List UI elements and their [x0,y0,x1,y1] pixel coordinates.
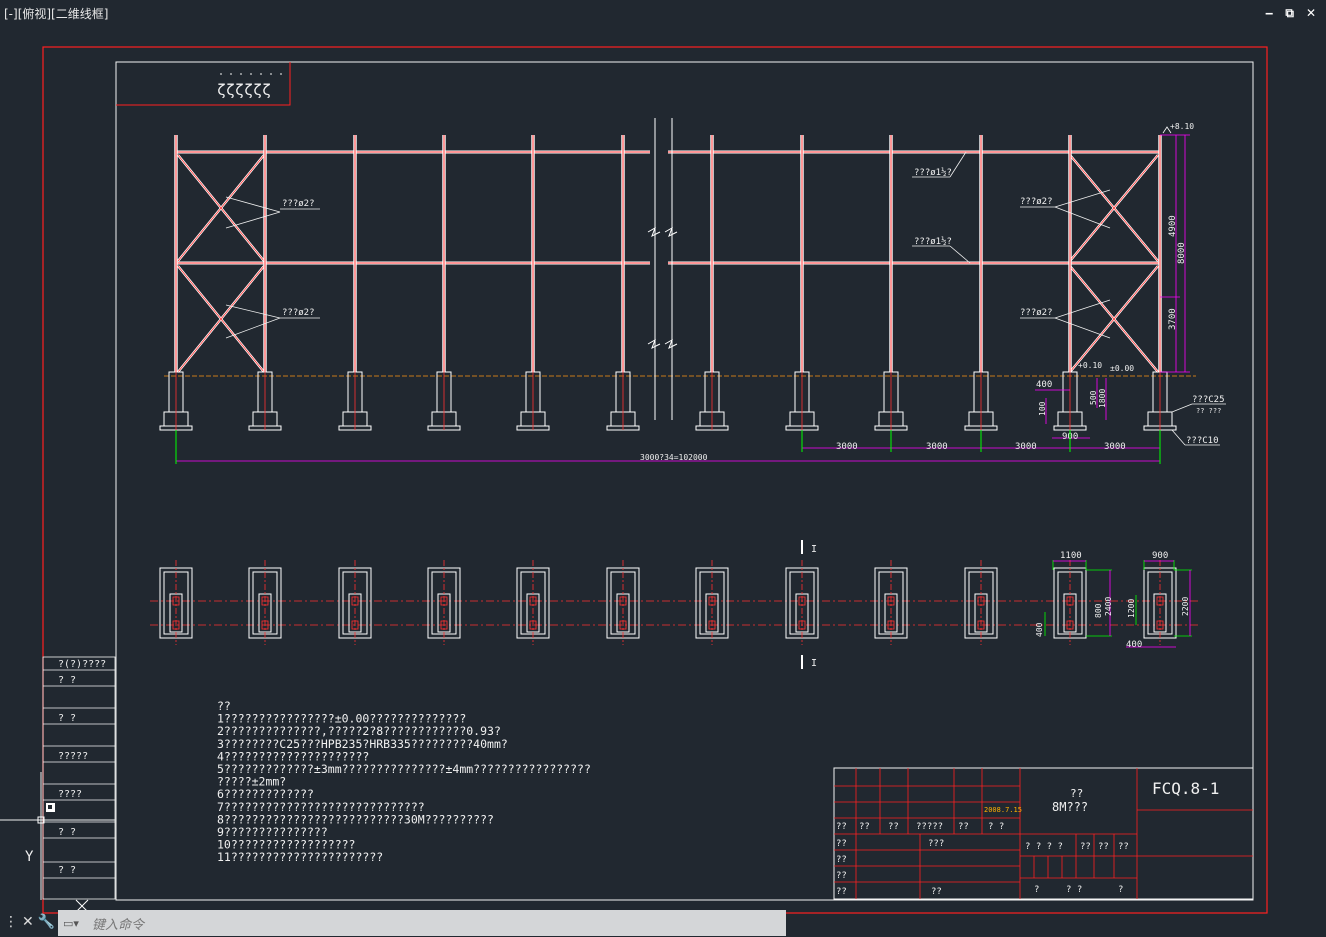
dim-span-2: 3000 [926,442,948,452]
dim-1200: 1200 [1127,599,1136,618]
section-mark-top: I [811,544,817,555]
title-project-2: 8M??? [1052,800,1088,814]
dim-4900: 4900 [1168,215,1178,237]
plan-pad-9 [874,560,908,645]
tb-right-row2-0: ? [1034,885,1039,895]
tb-row-label-3: ????? [916,822,943,832]
drawing-canvas[interactable]: ζζζζζζ ???ø2? ???ø2? ???ø2? ???ø2? ???ø1… [0,0,1326,937]
tb-col-label-2: ?? [836,871,847,881]
elev-gnd1: +0.10 [1078,361,1102,370]
plan-pad-12 [1143,560,1177,645]
tb-col-label-1: ?? [836,855,847,865]
plan-pad-10 [964,560,998,645]
plan-view: I I 1100 900 800 2400 1200 2200 400 400 [150,540,1200,669]
callout-brace-left-bot: ???ø2? [282,308,315,318]
tb-row-label-2: ?? [888,822,899,832]
plan-pad-8 [785,560,819,645]
dim-400: 400 [1036,380,1052,390]
title-project-1: ?? [1070,787,1083,800]
dim-1800: 1800 [1098,389,1107,408]
elev-top: +8.10 [1170,122,1194,131]
plan-pad-7 [695,560,729,645]
ucs-y: Y [25,849,34,865]
callout-c25: ???C25 [1192,395,1225,405]
left-panel-label-2: ? ? [58,713,76,724]
tb-right-row1-2: ?? [1098,842,1109,852]
elevation-view: ???ø2? ???ø2? ???ø2? ???ø2? ???ø1½? ???ø… [159,118,1226,464]
notes-block: ??1????????????????±0.00??????????????2?… [217,699,591,864]
dim-900-plan: 900 [1152,551,1168,561]
title-date: 2008.7.15 [984,806,1022,814]
tb-mid-label-0: ??? [928,839,944,849]
dim-800: 800 [1094,603,1103,618]
left-panel-label-6: ? ? [58,865,76,876]
callout-beam-top: ???ø1½? [914,167,952,178]
left-panel-label-4: ???? [58,789,82,800]
left-panel-label-0: ?(?)???? [58,659,106,670]
grip-icon[interactable]: ⋮ [4,914,18,930]
tb-right-row1-0: ? ? ? ? [1025,842,1063,852]
dim-500: 500 [1089,390,1098,405]
plan-pad-3 [338,560,372,645]
tb-col-label-0: ?? [836,839,847,849]
dim-2400: 2400 [1104,597,1113,616]
plan-pad-4 [427,560,461,645]
command-tools: ⋮ ✕ 🔧 [4,914,55,930]
command-line[interactable]: ▭▾ 键入命令 [58,910,786,936]
tb-row-label-0: ?? [836,822,847,832]
plan-pad-11 [1053,560,1087,645]
close-command-icon[interactable]: ✕ [22,914,34,930]
callout-brace-left-top: ???ø2? [282,199,315,209]
elev-gnd2: ±0.00 [1110,364,1134,373]
callout-c25-sub: ?? ??? [1196,407,1221,415]
tb-right-row2-1: ? ? [1066,885,1082,895]
plan-pad-6 [606,560,640,645]
dim-total: 3000?34=102000 [640,453,708,462]
left-panel: ?(?)???? ? ? ? ?????????? ? ? ? ? [42,656,116,900]
plan-pad-1 [159,560,193,645]
left-panel-label-3: ????? [58,751,88,762]
plan-pad-5 [516,560,550,645]
tb-right-row1-3: ?? [1118,842,1129,852]
tb-right-row1-1: ?? [1080,842,1091,852]
dim-8000: 8000 [1177,242,1187,264]
wrench-icon[interactable]: 🔧 [38,914,55,930]
callout-brace-right-top: ???ø2? [1020,197,1053,207]
left-panel-label-1: ? ? [58,675,76,686]
callout-brace-right-bot: ???ø2? [1020,308,1053,318]
dim-2200: 2200 [1181,597,1190,616]
note-line-12: 11?????????????????????? [217,850,383,864]
section-mark-bot: I [811,658,817,669]
callout-c10: ???C10 [1186,436,1219,446]
left-panel-label-5: ? ? [58,827,76,838]
dim-span-3: 3000 [1015,442,1037,452]
dim-400-plan-a: 400 [1035,622,1044,637]
corner-symbols: ζζζζζζ [217,81,271,99]
dim-1100: 1100 [1060,551,1082,561]
command-prompt-icon[interactable]: ▭▾ [58,914,84,932]
dim-100: 100 [1038,401,1047,416]
dim-span-4: 3000 [1104,442,1126,452]
plan-pad-2 [248,560,282,645]
callout-beam-mid: ???ø1½? [914,236,952,247]
tb-row-label-4: ?? [958,822,969,832]
dim-3700: 3700 [1168,308,1178,330]
command-input[interactable]: 键入命令 [92,914,144,933]
tb-row-label-5: ? ? [988,822,1004,832]
dim-span-1: 3000 [836,442,858,452]
tb-col-label-3: ?? [836,887,847,897]
title-block: 2008.7.15 ?? 8M??? FCQ.8-1 ?????????????… [833,767,1254,900]
drawing-number: FCQ.8-1 [1152,779,1219,798]
tb-mid-label-1: ?? [931,887,942,897]
dim-400-plan-b: 400 [1126,640,1142,650]
tb-right-row2-2: ? [1118,885,1123,895]
tb-row-label-1: ?? [859,822,870,832]
